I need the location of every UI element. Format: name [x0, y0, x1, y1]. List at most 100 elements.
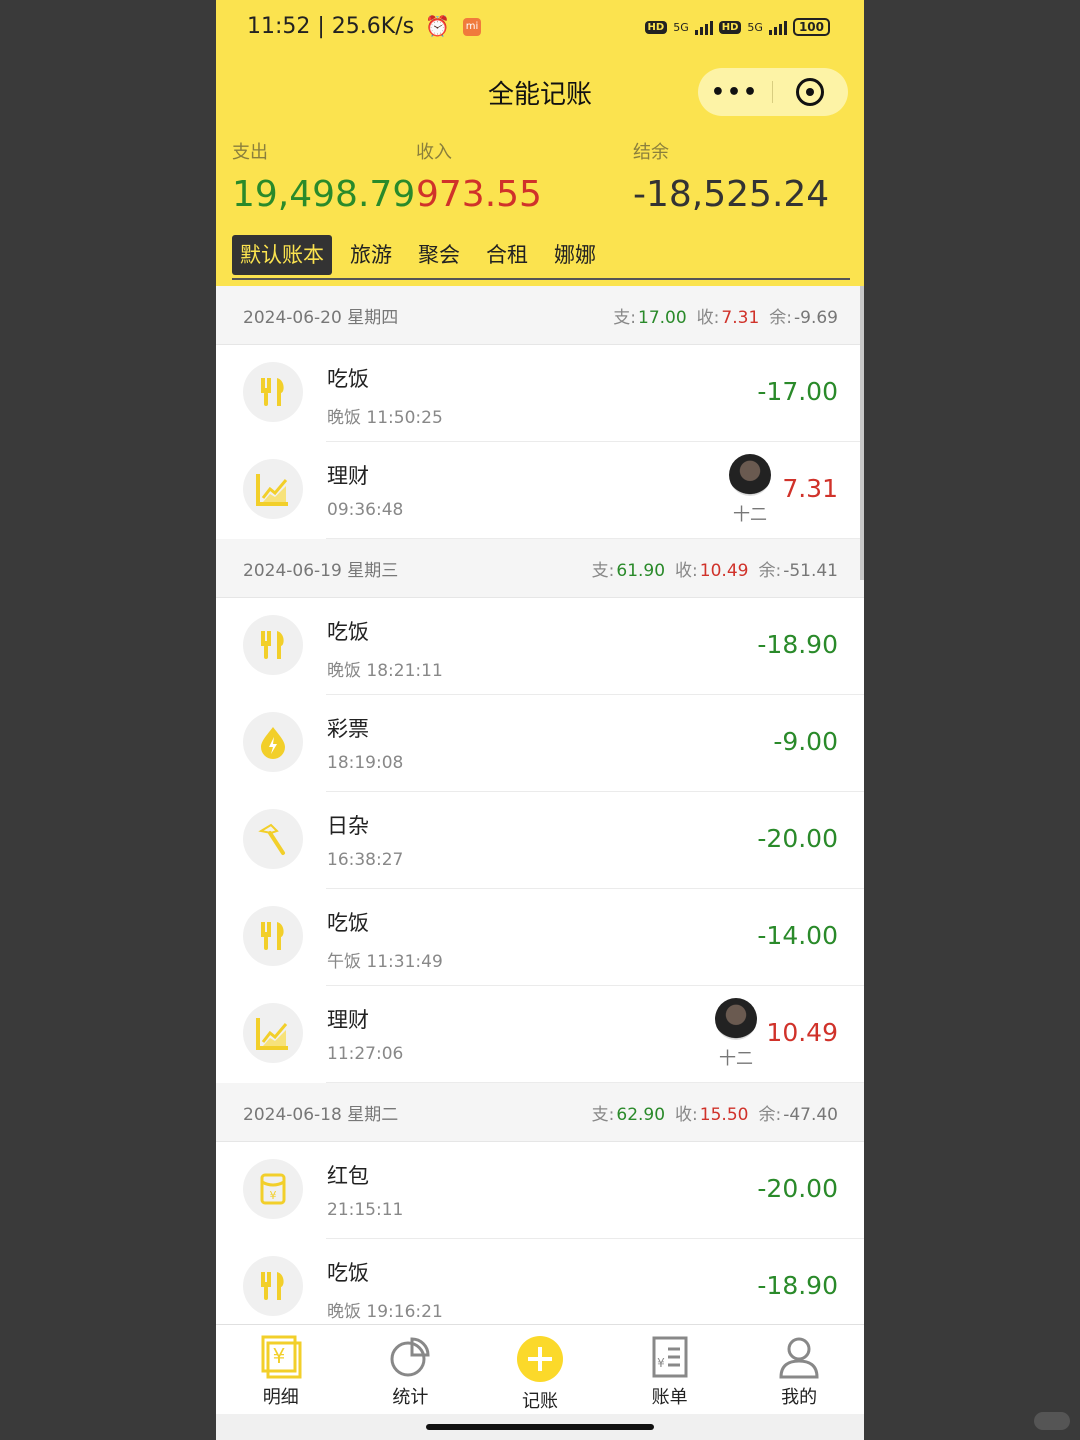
transaction-note-time: 晚饭 18:21:11: [327, 661, 443, 681]
day-balance: -9.69: [794, 307, 838, 328]
svg-text:¥: ¥: [270, 1189, 277, 1202]
transaction-note-time: 午饭 11:31:49: [327, 952, 443, 972]
day-income-label: 收:: [696, 307, 720, 328]
tab-shared-rent[interactable]: 合租: [478, 235, 536, 275]
transaction-list[interactable]: 2024-06-20 星期四 支: 17.00 收: 7.31 余: -9.69 吃饭 晚饭 1…: [216, 286, 864, 1324]
transaction-row[interactable]: 吃饭 午饭 11:31:49 -14.00: [216, 889, 864, 986]
transaction-note-time: 21:15:11: [327, 1200, 404, 1220]
fork-knife-icon: [243, 906, 303, 966]
day-header: 2024-06-20 星期四 支: 17.00 收: 7.31 余: -9.69: [216, 286, 864, 345]
transaction-row[interactable]: 彩票 18:19:08 -9.00: [216, 695, 864, 792]
expense-total: 19,498.79: [232, 174, 416, 215]
transaction-category: 红包: [327, 1164, 369, 1188]
status-indicators: HD 5G HD 5G 100: [644, 18, 830, 36]
transaction-note-time: 16:38:27: [327, 850, 404, 870]
tab-detail-label: 明细: [262, 1387, 299, 1408]
transaction-amount: -20.00: [757, 824, 838, 853]
transaction-amount: -18.90: [757, 1271, 838, 1300]
transaction-category: 日杂: [327, 814, 369, 838]
target-icon: [796, 78, 824, 106]
tab-statistics[interactable]: 统计: [346, 1325, 476, 1415]
member-name: 十二: [719, 1049, 753, 1069]
tab-add-record-label: 记账: [521, 1391, 558, 1412]
more-button[interactable]: •••: [698, 80, 772, 105]
network-label: 5G: [673, 20, 689, 34]
trend-chart-icon: [243, 1003, 303, 1063]
member-avatar[interactable]: 十二: [714, 998, 758, 1069]
status-time: 11:52 | 25.6K/s ⏰ mi: [247, 14, 481, 39]
mi-badge-icon: mi: [463, 18, 481, 36]
transaction-row[interactable]: ¥ 红包 21:15:11 -20.00: [216, 1142, 864, 1239]
battery-indicator: 100: [792, 18, 830, 36]
tab-mine[interactable]: 我的: [734, 1325, 864, 1415]
transaction-note-time: 11:27:06: [327, 1044, 404, 1064]
tab-add-record[interactable]: 记账: [475, 1325, 605, 1415]
day-expense-label: 支:: [591, 1104, 615, 1125]
transaction-amount: -17.00: [757, 377, 838, 406]
hammer-icon: [243, 809, 303, 869]
expense-label: 支出: [232, 142, 268, 163]
fork-knife-icon: [243, 615, 303, 675]
tab-party[interactable]: 聚会: [410, 235, 468, 275]
transaction-category: 彩票: [327, 717, 369, 741]
day-income: 7.31: [721, 307, 760, 328]
user-icon: [779, 1337, 819, 1379]
hd-badge: HD: [718, 20, 742, 34]
lottery-drop-icon: [243, 712, 303, 772]
transaction-row[interactable]: 理财 09:36:48 7.31 十二: [216, 442, 864, 539]
avatar: [715, 998, 757, 1040]
tab-mine-label: 我的: [781, 1387, 818, 1408]
hd-badge: HD: [644, 20, 668, 34]
bottom-tab-bar: ¥ 明细 统计 记账 ¥ 账单 我的: [216, 1324, 864, 1415]
home-indicator[interactable]: [426, 1424, 654, 1430]
alarm-icon: ⏰: [425, 14, 450, 38]
network-label: 5G: [747, 20, 763, 34]
transaction-row[interactable]: 日杂 16:38:27 -20.00: [216, 792, 864, 889]
signal-icon: [768, 19, 787, 35]
day-expense: 62.90: [616, 1104, 666, 1125]
transaction-row[interactable]: 理财 11:27:06 10.49 十二: [216, 986, 864, 1083]
bill-icon: ¥: [652, 1336, 688, 1378]
tab-bill-label: 账单: [651, 1387, 688, 1408]
transaction-row[interactable]: 吃饭 晚饭 19:16:21 -18.90: [216, 1239, 864, 1324]
phone-screen: 11:52 | 25.6K/s ⏰ mi HD 5G HD 5G 100 全能记…: [216, 0, 864, 1440]
day-balance: -47.40: [783, 1104, 838, 1125]
day-totals: 支: 17.00 收: 7.31 余: -9.69: [603, 303, 838, 328]
day-balance-label: 余:: [758, 1104, 782, 1125]
tab-bill[interactable]: ¥ 账单: [605, 1325, 735, 1415]
transaction-row[interactable]: 吃饭 晚饭 18:21:11 -18.90: [216, 598, 864, 695]
income-label: 收入: [416, 142, 452, 163]
day-header: 2024-06-18 星期二 支: 62.90 收: 15.50 余: -47.40: [216, 1083, 864, 1142]
day-totals: 支: 61.90 收: 10.49 余: -51.41: [582, 556, 838, 581]
day-income-label: 收:: [675, 1104, 698, 1125]
day-income: 15.50: [699, 1104, 749, 1125]
transaction-amount: -9.00: [773, 727, 838, 756]
day-balance: -51.41: [783, 560, 838, 581]
trend-chart-icon: [243, 459, 303, 519]
day-income: 10.49: [699, 560, 749, 581]
svg-text:¥: ¥: [657, 1356, 665, 1370]
transaction-note-time: 09:36:48: [327, 500, 404, 520]
tab-travel[interactable]: 旅游: [342, 235, 400, 275]
day-balance-label: 余:: [758, 560, 782, 581]
tab-detail[interactable]: ¥ 明细: [216, 1325, 346, 1415]
status-time-text: 11:52 | 25.6K/s: [247, 14, 415, 39]
avatar: [729, 454, 771, 496]
day-balance-label: 余:: [769, 307, 792, 328]
ledger-tabs: 默认账本 旅游 聚会 合租 娜娜: [232, 232, 850, 280]
transaction-category: 吃饭: [327, 620, 369, 644]
yuan-note-icon: ¥: [261, 1335, 302, 1379]
scrollbar[interactable]: [860, 286, 864, 580]
header: 11:52 | 25.6K/s ⏰ mi HD 5G HD 5G 100 全能记…: [216, 0, 864, 286]
plus-circle-icon: [516, 1336, 563, 1382]
pie-chart-icon: [390, 1337, 430, 1377]
day-date: 2024-06-18 星期二: [243, 1104, 399, 1125]
member-name: 十二: [733, 505, 767, 525]
close-mini-program-button[interactable]: [773, 78, 847, 106]
member-avatar[interactable]: 十二: [728, 454, 772, 525]
tab-nana[interactable]: 娜娜: [546, 235, 604, 275]
signal-icon: [694, 19, 713, 35]
fork-knife-icon: [243, 1256, 303, 1316]
transaction-row[interactable]: 吃饭 晚饭 11:50:25 -17.00: [216, 345, 864, 442]
tab-default-ledger[interactable]: 默认账本: [232, 235, 332, 275]
